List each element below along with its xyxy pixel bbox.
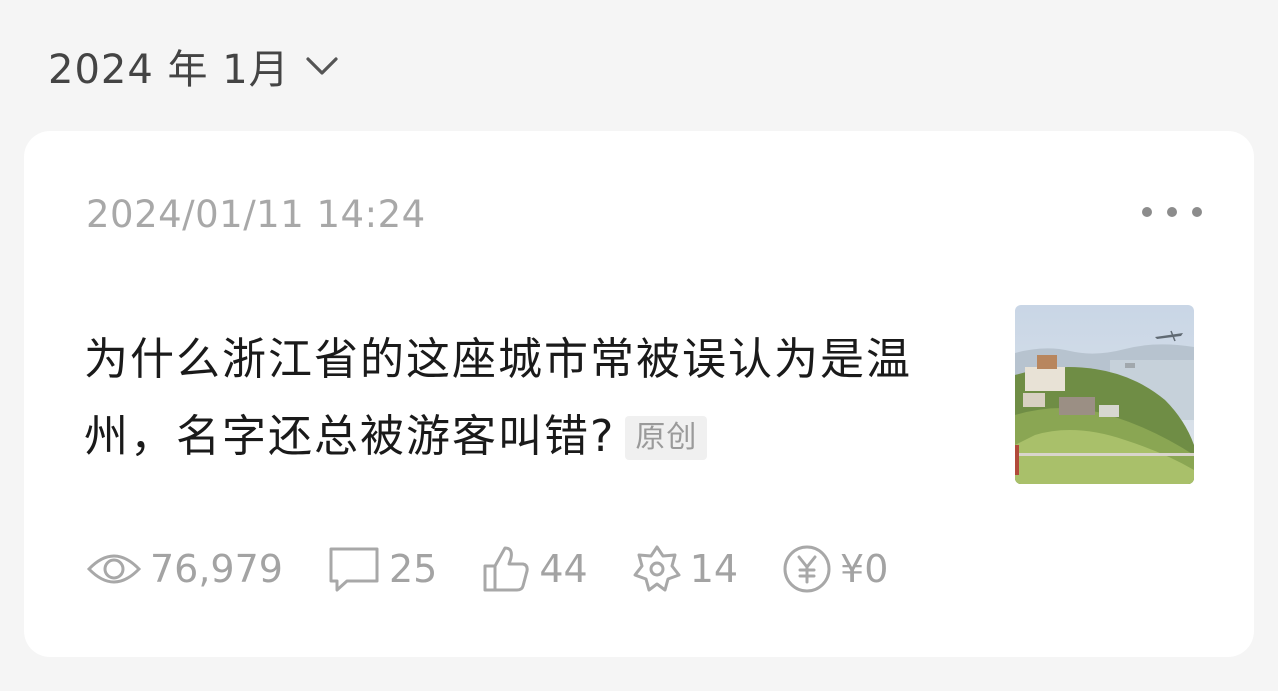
comment-icon[interactable] — [327, 545, 381, 593]
article-card[interactable]: 2024/01/11 14:24 为什么浙江省的这座城市常被误认为是温州，名字还… — [24, 131, 1254, 657]
page: 2024 年 1月 2024/01/11 14:24 为什么浙江省的这座城市常被… — [0, 0, 1278, 691]
article-title-text: 为什么浙江省的这座城市常被误认为是温州，名字还总被游客叫错? — [84, 334, 912, 462]
comments-stat[interactable]: 25 — [327, 545, 437, 593]
chevron-down-icon[interactable] — [304, 48, 340, 84]
comments-count: 25 — [388, 547, 438, 591]
shares-count: 14 — [689, 547, 739, 591]
share-star-icon[interactable] — [632, 544, 682, 594]
more-dot — [1192, 207, 1202, 217]
views-stat: 76,979 — [86, 547, 283, 591]
earnings-amount: ¥0 — [840, 547, 889, 591]
eye-icon — [86, 554, 142, 584]
likes-count: 44 — [539, 547, 588, 591]
shares-stat[interactable]: 14 — [632, 544, 738, 594]
month-selector[interactable]: 2024 年 1月 — [48, 38, 340, 94]
views-count: 76,979 — [150, 547, 283, 591]
thumbs-up-icon[interactable] — [481, 544, 531, 594]
original-badge: 原创 — [625, 416, 708, 460]
article-title[interactable]: 为什么浙江省的这座城市常被误认为是温州，名字还总被游客叫错? 原创 — [84, 321, 934, 475]
yuan-coin-icon[interactable] — [782, 544, 832, 594]
earnings-stat[interactable]: ¥0 — [782, 544, 888, 594]
more-dot — [1167, 207, 1177, 217]
article-stats: 76,979 25 44 14 ¥0 — [86, 541, 932, 597]
article-thumbnail[interactable] — [1015, 305, 1194, 484]
month-label: 2024 年 1月 — [48, 47, 290, 93]
more-options-icon[interactable] — [1142, 197, 1202, 227]
article-timestamp: 2024/01/11 14:24 — [86, 193, 426, 236]
likes-stat[interactable]: 44 — [481, 544, 588, 594]
more-dot — [1142, 207, 1152, 217]
